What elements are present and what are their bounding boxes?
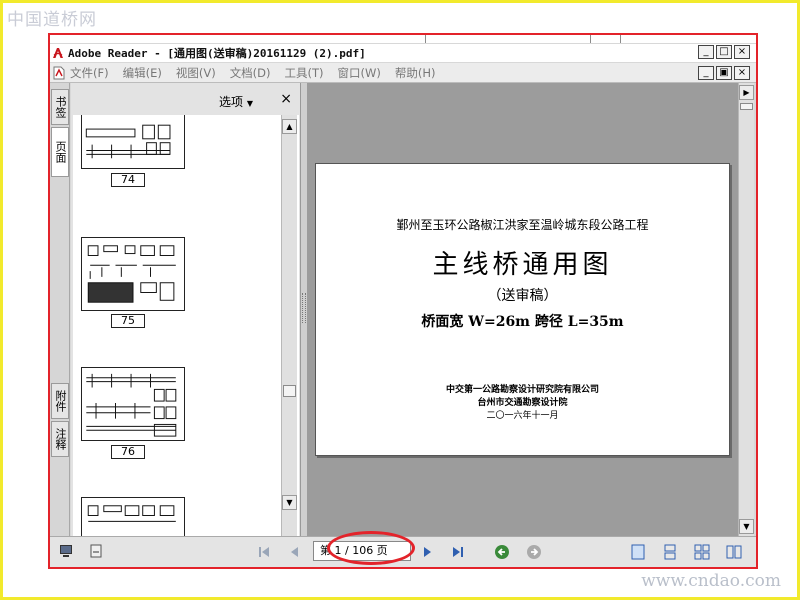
menu-edit[interactable]: 编辑(E) (123, 65, 162, 81)
doc-scroll-thumb[interactable] (740, 103, 753, 110)
previous-page-icon[interactable] (286, 544, 302, 560)
monitor-icon[interactable] (58, 543, 74, 559)
adobe-reader-logo-icon (51, 46, 65, 60)
options-dropdown[interactable]: 选项 ▼ (219, 93, 253, 110)
menu-window[interactable]: 窗口(W) (338, 65, 381, 81)
tab-bookmarks[interactable]: 书签 (51, 89, 69, 125)
page-thumbnail-77[interactable] (81, 497, 185, 536)
drawing-thumbnail-icon (85, 124, 171, 159)
page-number-field[interactable]: 第 1 / 106 页 (313, 541, 411, 561)
doc-scroll-right-arrow-icon[interactable]: ▶ (739, 85, 754, 100)
facing-view-icon[interactable] (726, 544, 742, 560)
thumbnail-list: 74 75 76 ▲ ▼ (73, 115, 299, 536)
page-thumbnail-75[interactable] (81, 237, 185, 311)
go-forward-icon[interactable] (526, 544, 542, 560)
thumbnail-scroll-thumb[interactable] (283, 385, 296, 397)
drawing-thumbnail-icon (86, 373, 177, 437)
window-title: Adobe Reader - [通用图(送审稿)20161129 (2).pdf… (68, 47, 366, 60)
document-scrollbar[interactable]: ▶ ▼ (738, 83, 754, 536)
doc-date: 二〇一六年十一月 (486, 411, 559, 421)
menu-bar: 文件(F) 编辑(E) 视图(V) 文档(D) 工具(T) 窗口(W) 帮助(H… (50, 63, 756, 83)
drawing-thumbnail-icon (87, 505, 176, 522)
doc-project-name: 鄞州至玉环公路椒江洪家至温岭城东段公路工程 (396, 218, 649, 232)
document-window-controls: _ ▣ × (698, 66, 750, 80)
doc-restore-button[interactable]: ▣ (716, 66, 732, 80)
doc-close-button[interactable]: × (734, 66, 750, 80)
tab-pages[interactable]: 页面 (51, 127, 69, 177)
minimize-button[interactable]: _ (698, 45, 714, 59)
go-back-icon[interactable] (494, 544, 510, 560)
single-page-view-icon[interactable] (630, 544, 646, 560)
page-label-75: 75 (111, 314, 145, 328)
facing-continuous-view-icon[interactable] (694, 544, 710, 560)
page-options-icon[interactable] (88, 543, 104, 559)
menu-help[interactable]: 帮助(H) (395, 65, 436, 81)
pdf-page: 鄞州至玉环公路椒江洪家至温岭城东段公路工程 主线桥通用图 （送审稿） 桥面宽 W… (315, 163, 730, 456)
watermark-top-left: 中国道桥网 (7, 10, 97, 30)
tab-comments[interactable]: 注释 (51, 421, 69, 457)
close-panel-button[interactable]: × (280, 91, 292, 107)
close-button[interactable]: × (734, 45, 750, 59)
drawing-thumbnail-icon (87, 245, 176, 303)
background-window-strip (50, 35, 756, 43)
screenshot-frame: 中国道桥网 Adobe Reader - [通用图(送审稿)20161129 (… (0, 0, 800, 600)
adobe-reader-window: Adobe Reader - [通用图(送审稿)20161129 (2).pdf… (48, 33, 758, 569)
watermark-bottom-right: www.cndao.com (641, 571, 781, 591)
doc-draft-label: （送审稿） (487, 288, 558, 304)
page-thumbnail-74[interactable] (81, 115, 185, 169)
document-view: 鄞州至玉环公路椒江洪家至温岭城东段公路工程 主线桥通用图 （送审稿） 桥面宽 W… (307, 83, 738, 536)
scroll-down-arrow-icon[interactable]: ▼ (282, 495, 297, 510)
menu-document[interactable]: 文档(D) (230, 65, 271, 81)
maximize-button[interactable]: □ (716, 45, 732, 59)
menu-tools[interactable]: 工具(T) (285, 65, 324, 81)
pdf-document-icon (53, 66, 65, 79)
doc-title: 主线桥通用图 (432, 250, 613, 280)
page-label-76: 76 (111, 445, 145, 459)
window-controls: _ □ × (698, 45, 750, 59)
thumbnail-scrollbar[interactable]: ▲ ▼ (281, 115, 297, 536)
title-bar: Adobe Reader - [通用图(送审稿)20161129 (2).pdf… (50, 44, 756, 62)
pages-panel: 选项 ▼ × 74 75 76 ▲ ▼ (71, 83, 301, 536)
tab-attachments[interactable]: 附件 (51, 383, 69, 419)
page-label-74: 74 (111, 173, 145, 187)
pages-panel-header: 选项 ▼ × (71, 83, 300, 115)
next-page-icon[interactable] (420, 544, 436, 560)
doc-organization-2: 台州市交通勘察设计院 (477, 398, 568, 408)
dropdown-arrow-icon: ▼ (246, 99, 253, 108)
doc-minimize-button[interactable]: _ (698, 66, 714, 80)
page-thumbnail-76[interactable] (81, 367, 185, 441)
doc-scroll-down-arrow-icon[interactable]: ▼ (739, 519, 754, 534)
navigation-tabs: 书签 页面 附件 注释 (50, 83, 70, 536)
continuous-view-icon[interactable] (662, 544, 678, 560)
menu-file[interactable]: 文件(F) (70, 65, 109, 81)
first-page-icon[interactable] (256, 544, 272, 560)
menu-view[interactable]: 视图(V) (176, 65, 216, 81)
doc-organization-1: 中交第一公路勘察设计研究院有限公司 (445, 385, 599, 395)
doc-specification: 桥面宽 W=26m 跨径 L=35m (421, 314, 624, 330)
scroll-up-arrow-icon[interactable]: ▲ (282, 119, 297, 134)
last-page-icon[interactable] (450, 544, 466, 560)
options-label: 选项 (219, 95, 244, 109)
